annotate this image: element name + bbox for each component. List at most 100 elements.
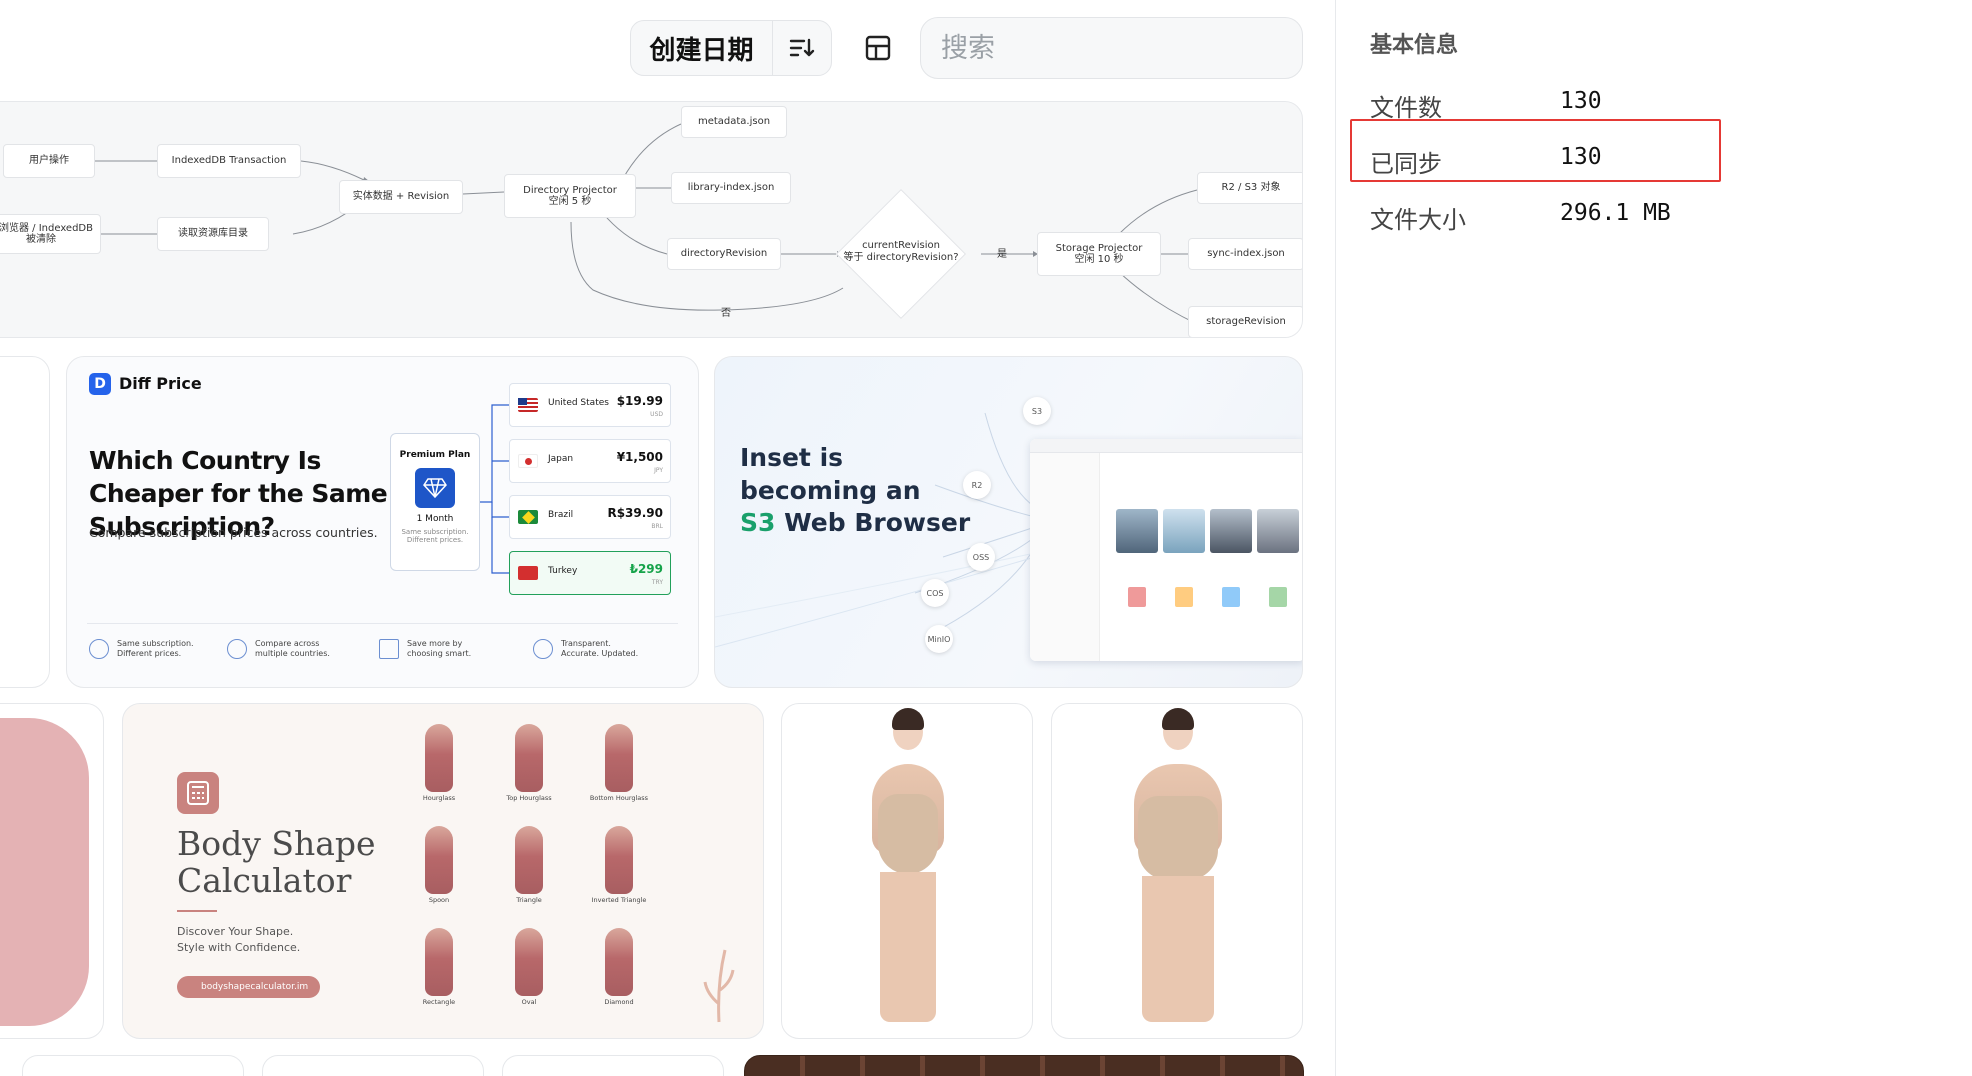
- country-price: ₺299: [629, 562, 663, 576]
- body-shape-subtitle: Discover Your Shape. Style with Confiden…: [177, 925, 301, 954]
- country-currency: TRY: [651, 579, 663, 586]
- plan-period: 1 Month: [416, 514, 454, 524]
- provider-s3-icon: S3: [1023, 397, 1051, 425]
- gallery-item-diff-price[interactable]: D Diff Price Which Country Is Cheaper fo…: [66, 356, 699, 688]
- body-shape-title: Body Shape Calculator: [177, 824, 376, 900]
- gallery-toolbar: 创建日期: [0, 0, 1335, 100]
- gallery-item-row4-3[interactable]: [502, 1055, 724, 1076]
- country-row: Japan ¥1,500 JPY: [509, 439, 671, 483]
- figure-legs: [1142, 876, 1214, 1022]
- feature-item: Save more by choosing smart.: [379, 639, 471, 660]
- gallery-item-row4-4[interactable]: [744, 1055, 1304, 1076]
- gallery-item-body-figure-1[interactable]: [781, 703, 1033, 1039]
- provider-r2-icon: R2: [963, 471, 991, 499]
- info-label: 文件数: [1370, 94, 1442, 122]
- diff-divider: [87, 623, 678, 624]
- file-icon: [1175, 587, 1193, 607]
- sort-control: 创建日期: [630, 20, 832, 76]
- calculator-icon: [177, 772, 219, 814]
- provider-cos-icon: COS: [921, 579, 949, 607]
- country-name: Japan: [548, 454, 574, 464]
- thumb-city: [1210, 509, 1252, 553]
- country-price: R$39.90: [607, 506, 663, 520]
- flow-node-storage-revision: storageRevision: [1188, 306, 1302, 337]
- sort-direction-button[interactable]: [773, 21, 831, 75]
- country-row: United States $19.99 USD: [509, 383, 671, 427]
- bar-chart-icon: [379, 639, 399, 660]
- shape-triangle: Triangle: [499, 826, 559, 904]
- plan-note: Same subscription. Different prices.: [401, 528, 469, 545]
- body-divider: [177, 910, 217, 912]
- country-name: Brazil: [548, 510, 574, 520]
- gallery-item-partial-pink[interactable]: [0, 703, 104, 1039]
- flow-edge-no: 否: [721, 308, 731, 319]
- country-price: $19.99: [616, 394, 663, 408]
- info-row-file-count: 文件数 130: [1370, 84, 1690, 124]
- gallery-item-flow-diagram[interactable]: 用户操作 IndexedDB Transaction 新浏览器 / Indexe…: [0, 101, 1303, 338]
- figure-legs: [880, 872, 936, 1022]
- flow-node-sync-index: sync-index.json: [1188, 238, 1302, 270]
- gallery-item-row4-1[interactable]: [22, 1055, 244, 1076]
- flow-node-idb-transaction: IndexedDB Transaction: [157, 144, 301, 178]
- shape-diamond: Diamond: [589, 928, 649, 1006]
- synced-highlight-box: [1350, 119, 1721, 182]
- figure-bodysuit: [1138, 796, 1218, 880]
- feature-item: Same subscription. Different prices.: [89, 639, 194, 660]
- provider-minio-icon: MinIO: [925, 625, 953, 653]
- leaf-decoration: [703, 949, 735, 1023]
- flow-edge-yes: 是: [997, 249, 1007, 260]
- diamond-icon: [415, 468, 455, 508]
- info-panel-title: 基本信息: [1370, 33, 1459, 58]
- country-row: Brazil R$39.90 BRL: [509, 495, 671, 539]
- country-currency: BRL: [651, 523, 663, 530]
- figure-bodysuit: [878, 794, 938, 874]
- info-label: 文件大小: [1370, 206, 1466, 234]
- gallery-item-partial-left[interactable]: [0, 356, 50, 688]
- layout-grid-icon: [865, 35, 891, 61]
- body-shape-url: bodyshapecalculator.im: [177, 976, 321, 998]
- shield-icon: [533, 639, 553, 660]
- layout-toggle-button[interactable]: [856, 26, 900, 70]
- pink-shape: [0, 718, 89, 1026]
- flow-node-read-library: 读取资源库目录: [157, 217, 269, 251]
- file-icon: [1222, 587, 1240, 607]
- flow-node-metadata: metadata.json: [681, 106, 787, 138]
- country-row-cheapest: Turkey ₺299 TRY: [509, 551, 671, 595]
- flow-node-directory-revision: directoryRevision: [667, 238, 781, 270]
- thumb-mountain: [1116, 509, 1158, 553]
- provider-oss-icon: OSS: [967, 543, 995, 571]
- premium-plan-box: Premium Plan 1 Month Same subscription. …: [390, 433, 480, 571]
- gallery-item-body-shape[interactable]: Body Shape Calculator Discover Your Shap…: [122, 703, 764, 1039]
- gallery-item-row4-2[interactable]: [262, 1055, 484, 1076]
- country-currency: USD: [650, 411, 663, 418]
- flow-node-storage-projector: Storage Projector 空闲 10 秒: [1037, 232, 1161, 276]
- thumb-video: [1257, 509, 1299, 553]
- turkey-flag-icon: [518, 566, 538, 580]
- sort-field-button[interactable]: 创建日期: [631, 21, 773, 75]
- globe-icon: [227, 639, 247, 660]
- country-name: United States: [548, 398, 609, 408]
- tag-icon: [89, 639, 109, 660]
- flow-node-user-action: 用户操作: [3, 144, 95, 178]
- plan-title: Premium Plan: [399, 450, 471, 460]
- shape-top-hourglass: Top Hourglass: [499, 724, 559, 802]
- shape-bottom-hourglass: Bottom Hourglass: [589, 724, 649, 802]
- info-value: 130: [1560, 88, 1602, 114]
- flow-node-library-index: library-index.json: [671, 172, 791, 204]
- shape-spoon: Spoon: [409, 826, 469, 904]
- country-currency: JPY: [654, 467, 663, 474]
- gallery-item-s3-browser[interactable]: Inset is becoming an S3 Web Browser S3 R…: [714, 356, 1303, 688]
- flow-node-r2-s3: R2 / S3 对象: [1197, 172, 1302, 204]
- feature-item: Transparent. Accurate. Updated.: [533, 639, 638, 660]
- thumb-waterfall: [1163, 509, 1205, 553]
- country-price: ¥1,500: [616, 450, 663, 464]
- shape-hourglass: Hourglass: [409, 724, 469, 802]
- us-flag-icon: [518, 398, 538, 412]
- file-icon: [1128, 587, 1146, 607]
- info-value: 296.1 MB: [1560, 200, 1671, 226]
- search-input[interactable]: [920, 17, 1303, 79]
- figure-hair: [892, 708, 924, 730]
- figure-hair: [1162, 708, 1194, 730]
- shape-inverted-triangle: Inverted Triangle: [589, 826, 649, 904]
- gallery-item-body-figure-2[interactable]: [1051, 703, 1303, 1039]
